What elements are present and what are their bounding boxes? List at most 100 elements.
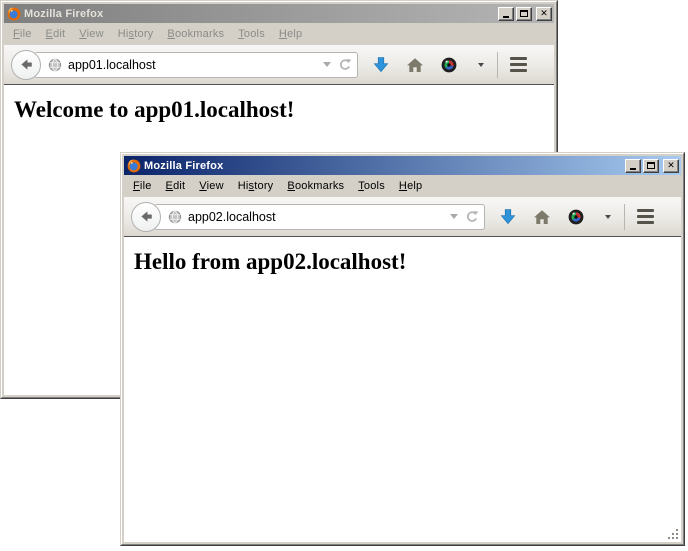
label-part: elp — [287, 28, 302, 40]
menu-file[interactable]: File — [126, 177, 159, 195]
reload-icon — [338, 58, 352, 72]
menu-view[interactable]: View — [72, 25, 110, 43]
menu-tools[interactable]: Tools — [231, 25, 272, 43]
menu-help[interactable]: Help — [272, 25, 309, 43]
reload-button[interactable] — [338, 58, 352, 72]
download-button[interactable] — [500, 208, 516, 225]
maximize-button[interactable] — [516, 7, 532, 21]
urlbar-dropdown-icon[interactable] — [450, 214, 458, 219]
maximize-icon — [520, 10, 528, 17]
globe-icon[interactable] — [168, 210, 182, 224]
hamburger-icon — [510, 57, 527, 60]
titlebar[interactable]: Mozilla Firefox ✕ — [124, 156, 681, 175]
label-part: iew — [207, 180, 224, 192]
url-bar[interactable] — [34, 52, 358, 78]
label-part: H — [399, 180, 407, 192]
hamburger-icon — [510, 63, 527, 66]
reload-button[interactable] — [465, 210, 479, 224]
extension-button[interactable] — [441, 57, 457, 73]
back-arrow-icon — [139, 209, 154, 224]
browser-window-app02: Mozilla Firefox ✕ File Edit View History… — [120, 152, 685, 546]
hamburger-icon — [637, 215, 654, 218]
maximize-icon — [647, 162, 655, 169]
back-arrow-icon — [19, 57, 34, 72]
window-title: Mozilla Firefox — [144, 160, 625, 172]
resize-grip[interactable] — [666, 527, 680, 541]
hamburger-icon — [637, 221, 654, 224]
home-icon — [533, 209, 551, 225]
back-button[interactable] — [131, 202, 161, 232]
menu-bar: File Edit View History Bookmarks Tools H… — [4, 23, 554, 45]
window-title: Mozilla Firefox — [24, 8, 498, 20]
label-part: F — [13, 28, 20, 40]
url-input[interactable] — [188, 210, 446, 224]
url-input[interactable] — [68, 58, 319, 72]
extension-icon — [441, 57, 457, 73]
label-part: ile — [20, 28, 32, 40]
extension-caret-icon[interactable] — [478, 63, 484, 67]
extension-button-group — [568, 209, 611, 225]
titlebar[interactable]: Mozilla Firefox ✕ — [4, 4, 554, 23]
globe-icon[interactable] — [48, 58, 62, 72]
menu-view[interactable]: View — [192, 177, 230, 195]
back-button[interactable] — [11, 50, 41, 80]
hamburger-icon — [637, 209, 654, 212]
label-part: F — [133, 180, 140, 192]
toolbar-separator — [497, 52, 498, 78]
label-part: E — [46, 28, 54, 40]
app-menu-button[interactable] — [510, 57, 527, 72]
firefox-icon — [7, 7, 21, 21]
label-part: ookmarks — [175, 28, 224, 40]
toolbar-buttons — [500, 204, 671, 230]
label-part: B — [167, 28, 175, 40]
label-part: ools — [364, 180, 385, 192]
firefox-icon — [127, 159, 141, 173]
close-button[interactable]: ✕ — [536, 7, 552, 21]
extension-button-group — [441, 57, 484, 73]
extension-caret-icon[interactable] — [605, 215, 611, 219]
extension-button[interactable] — [568, 209, 584, 225]
home-icon — [406, 57, 424, 73]
download-button[interactable] — [373, 56, 389, 73]
page-heading: Welcome to app01.localhost! — [14, 97, 554, 123]
download-icon — [500, 208, 516, 225]
url-bar[interactable] — [154, 204, 485, 230]
urlbar-dropdown-icon[interactable] — [323, 62, 331, 67]
download-icon — [373, 56, 389, 73]
window-frame: Mozilla Firefox ✕ File Edit View History… — [121, 153, 684, 545]
menu-bookmarks[interactable]: Bookmarks — [280, 177, 351, 195]
menu-tools[interactable]: Tools — [351, 177, 392, 195]
label-part: tory — [254, 180, 273, 192]
label-part: dit — [173, 180, 185, 192]
navigation-toolbar — [4, 45, 554, 85]
menu-edit[interactable]: Edit — [39, 25, 73, 43]
label-part: H — [279, 28, 287, 40]
home-button[interactable] — [406, 57, 424, 73]
menu-file[interactable]: File — [6, 25, 39, 43]
hamburger-icon — [510, 69, 527, 72]
minimize-button[interactable] — [498, 7, 514, 21]
label-part: ools — [244, 28, 265, 40]
menu-help[interactable]: Help — [392, 177, 429, 195]
close-button[interactable]: ✕ — [663, 159, 679, 173]
label-part: dit — [53, 28, 65, 40]
navigation-toolbar — [124, 197, 681, 237]
label-part: V — [79, 28, 86, 40]
label-part: Hi — [118, 28, 129, 40]
minimize-icon — [630, 168, 636, 170]
window-controls: ✕ — [498, 7, 552, 21]
menu-edit[interactable]: Edit — [159, 177, 193, 195]
minimize-button[interactable] — [625, 159, 641, 173]
menu-bar: File Edit View History Bookmarks Tools H… — [124, 175, 681, 197]
menu-bookmarks[interactable]: Bookmarks — [160, 25, 231, 43]
menu-history[interactable]: History — [111, 25, 161, 43]
minimize-icon — [503, 16, 509, 18]
home-button[interactable] — [533, 209, 551, 225]
label-part: Hi — [238, 180, 249, 192]
reload-icon — [465, 210, 479, 224]
app-menu-button[interactable] — [637, 209, 654, 224]
label-part: iew — [87, 28, 104, 40]
menu-history[interactable]: History — [231, 177, 281, 195]
maximize-button[interactable] — [643, 159, 659, 173]
label-part: tory — [134, 28, 153, 40]
